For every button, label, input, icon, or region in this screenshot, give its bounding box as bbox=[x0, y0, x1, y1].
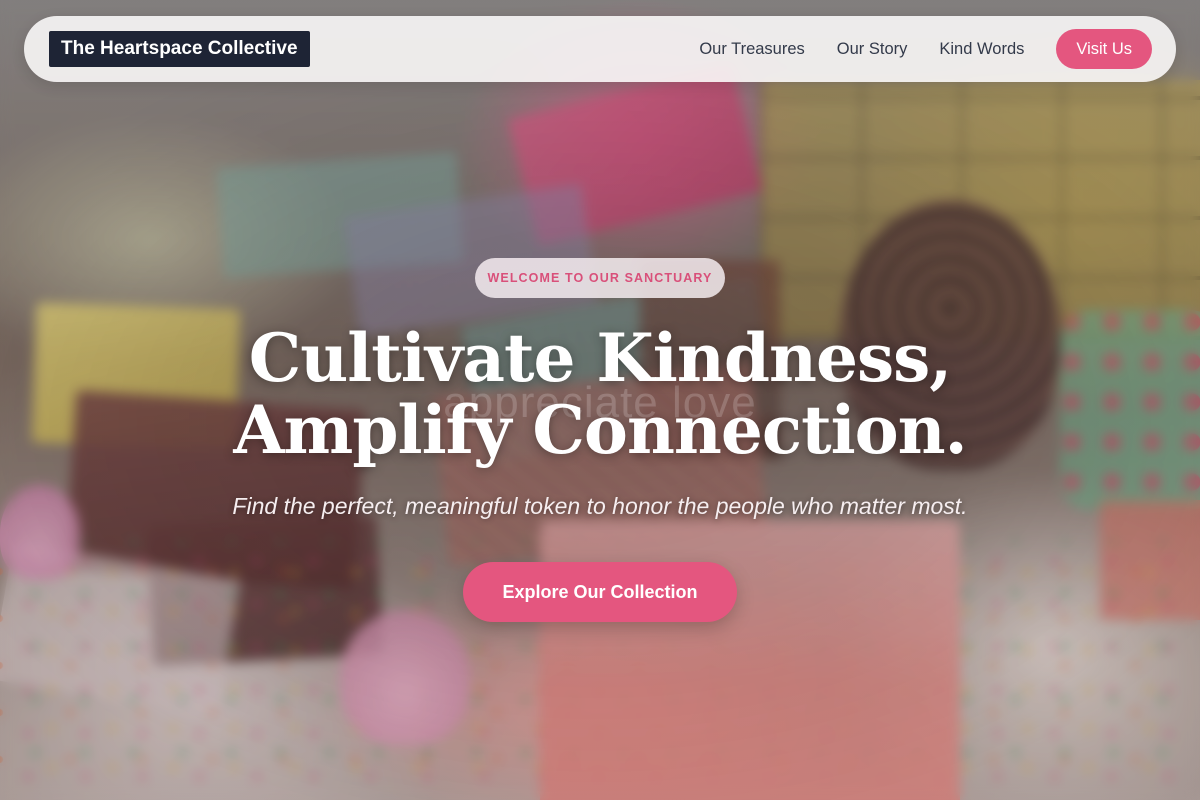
welcome-badge: WELCOME TO OUR SANCTUARY bbox=[475, 258, 725, 298]
nav-link-our-treasures[interactable]: Our Treasures bbox=[699, 40, 804, 59]
nav-link-our-story[interactable]: Our Story bbox=[837, 40, 908, 59]
explore-collection-button[interactable]: Explore Our Collection bbox=[463, 562, 737, 622]
hero-headline-line-2: Amplify Connection. bbox=[233, 391, 967, 469]
hero-headline: Cultivate Kindness, Amplify Connection. bbox=[100, 322, 1100, 466]
visit-us-button[interactable]: Visit Us bbox=[1056, 29, 1152, 69]
page: appreciate love WELCOME TO OUR SANCTUARY… bbox=[0, 0, 1200, 800]
hero-section: appreciate love WELCOME TO OUR SANCTUARY… bbox=[0, 0, 1200, 800]
brand-logo[interactable]: The Heartspace Collective bbox=[49, 31, 310, 67]
nav-link-kind-words[interactable]: Kind Words bbox=[939, 40, 1024, 59]
hero-headline-line-1: Cultivate Kindness, bbox=[248, 319, 953, 397]
top-navbar: The Heartspace Collective Our Treasures … bbox=[24, 16, 1176, 82]
nav-links: Our Treasures Our Story Kind Words Visit… bbox=[699, 29, 1152, 69]
hero-subtitle: Find the perfect, meaningful token to ho… bbox=[232, 493, 968, 519]
